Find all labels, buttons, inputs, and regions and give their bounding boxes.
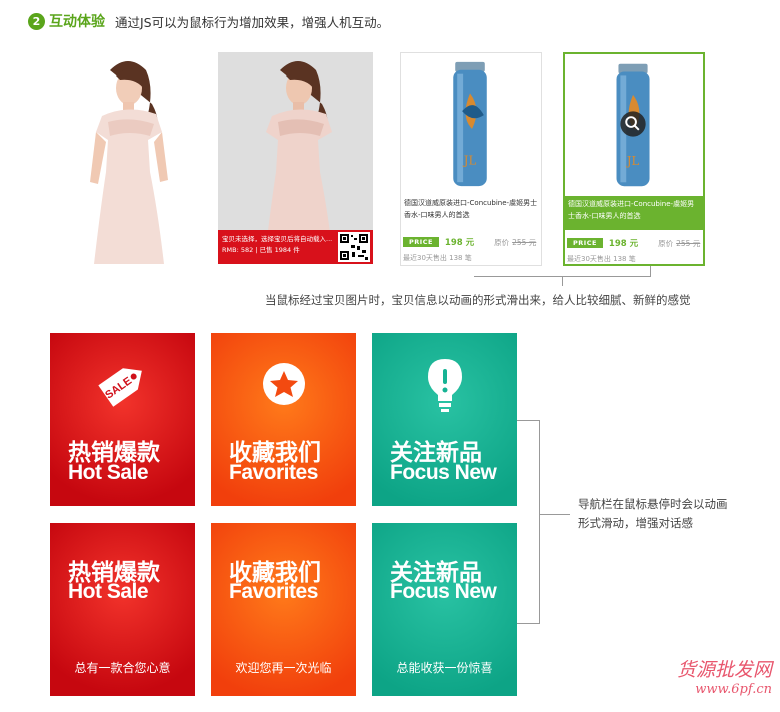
nav-note-line2: 形式滑动，增强对话感 <box>578 516 693 530</box>
tile-title-en: Hot Sale <box>68 461 149 484</box>
product-title[interactable]: 德国汉道威原装进口-Concubine-虞姬男士香水-口味男人的首选 <box>565 196 703 230</box>
nav-tile-favorites[interactable]: 收藏我们 Favorites <box>211 333 356 506</box>
product-card-hovered[interactable]: JL 德国汉道威原装进口-Concubine-虞姬男士香水-口味男人的首选 PR… <box>563 52 705 266</box>
tile-title-en: Favorites <box>229 461 318 484</box>
tile-title-en: Hot Sale <box>68 580 149 603</box>
tile-title-en: Favorites <box>229 580 318 603</box>
star-icon <box>263 363 305 405</box>
section-number-badge: 2 <box>28 12 45 30</box>
model-photo-hover-card[interactable]: 宝贝未选择，选择宝贝后将自动载入... RMB: 582 | 已售 1984 件 <box>218 52 373 264</box>
site-watermark: 货源批发网 www.6pf.cn <box>677 655 772 697</box>
watermark-title: 货源批发网 <box>676 659 772 681</box>
qr-code-icon <box>338 232 370 262</box>
tile-subtitle: 总能收获一份惊喜 <box>396 661 493 675</box>
product-card[interactable]: JL 德国汉道威原装进口-Concubine-虞姬男士香水-口味男人的首选 PR… <box>400 52 542 266</box>
original-price: 255 元 <box>676 238 701 248</box>
section-description: 通过JS可以为鼠标行为增加效果，增强人机互动。 <box>115 14 390 30</box>
watermark-url: www.6pf.cn <box>695 682 772 697</box>
nav-tile-focus-new-hover[interactable]: 关注新品 Focus New 总能收获一份惊喜 <box>372 523 517 696</box>
section-header: 2 互动体验 通过JS可以为鼠标行为增加效果，增强人机互动。 <box>28 10 389 32</box>
sales-count: 最近30天售出 138 笔 <box>567 255 636 263</box>
overlay-text-line1: 宝贝未选择，选择宝贝后将自动载入... <box>222 235 333 243</box>
original-price-label: 原价 <box>658 238 674 248</box>
product-title[interactable]: 德国汉道威原装进口-Concubine-虞姬男士香水-口味男人的首选 <box>401 195 541 229</box>
price-row: PRICE 198 元 原价 255 元 <box>401 236 541 248</box>
connector-line <box>562 276 563 286</box>
magnifier-icon <box>620 111 646 137</box>
perfume-bottle-image: JL <box>565 54 703 194</box>
svg-text:JL: JL <box>463 153 477 167</box>
nav-tile-focus-new[interactable]: 关注新品 Focus New <box>372 333 517 506</box>
connector-line <box>540 514 570 515</box>
section-title: 互动体验 <box>49 14 105 30</box>
svg-text:JL: JL <box>626 154 640 168</box>
tile-subtitle: 欢迎您再一次光临 <box>235 661 332 675</box>
tile-title-en: Focus New <box>390 461 497 484</box>
connector-bracket <box>517 420 540 624</box>
perfume-bottle-image: JL <box>401 53 541 193</box>
original-price-label: 原价 <box>494 237 510 247</box>
overlay-text-line2: RMB: 582 | 已售 1984 件 <box>222 246 300 254</box>
price-tag: PRICE <box>567 238 603 248</box>
price-row: PRICE 198 元 原价 255 元 <box>565 237 703 249</box>
model-photo <box>50 52 205 264</box>
nav-tile-hot-sale[interactable]: SALE 热销爆款 Hot Sale <box>50 333 195 506</box>
model-photo-card[interactable] <box>50 52 205 264</box>
original-price: 255 元 <box>512 237 537 247</box>
price-tag: PRICE <box>403 237 439 247</box>
product-info-overlay: 宝贝未选择，选择宝贝后将自动载入... RMB: 582 | 已售 1984 件 <box>218 230 373 264</box>
price-value: 198 元 <box>608 239 639 249</box>
nav-tile-hot-sale-hover[interactable]: 热销爆款 Hot Sale 总有一款合您心意 <box>50 523 195 696</box>
sales-count: 最近30天售出 138 笔 <box>403 254 472 262</box>
nav-tile-favorites-hover[interactable]: 收藏我们 Favorites 欢迎您再一次光临 <box>211 523 356 696</box>
hover-effect-note: 当鼠标经过宝贝图片时，宝贝信息以动画的形式滑出来，给人比较细腻、新鲜的感觉 <box>265 293 691 307</box>
nav-effect-note: 导航栏在鼠标悬停时会以动画 形式滑动，增强对话感 <box>578 495 728 533</box>
tile-subtitle: 总有一款合您心意 <box>74 661 171 675</box>
sale-tag-icon: SALE <box>98 368 142 407</box>
tile-title-en: Focus New <box>390 580 497 603</box>
nav-note-line1: 导航栏在鼠标悬停时会以动画 <box>578 497 728 511</box>
lightbulb-icon <box>428 359 462 412</box>
price-value: 198 元 <box>444 238 475 248</box>
